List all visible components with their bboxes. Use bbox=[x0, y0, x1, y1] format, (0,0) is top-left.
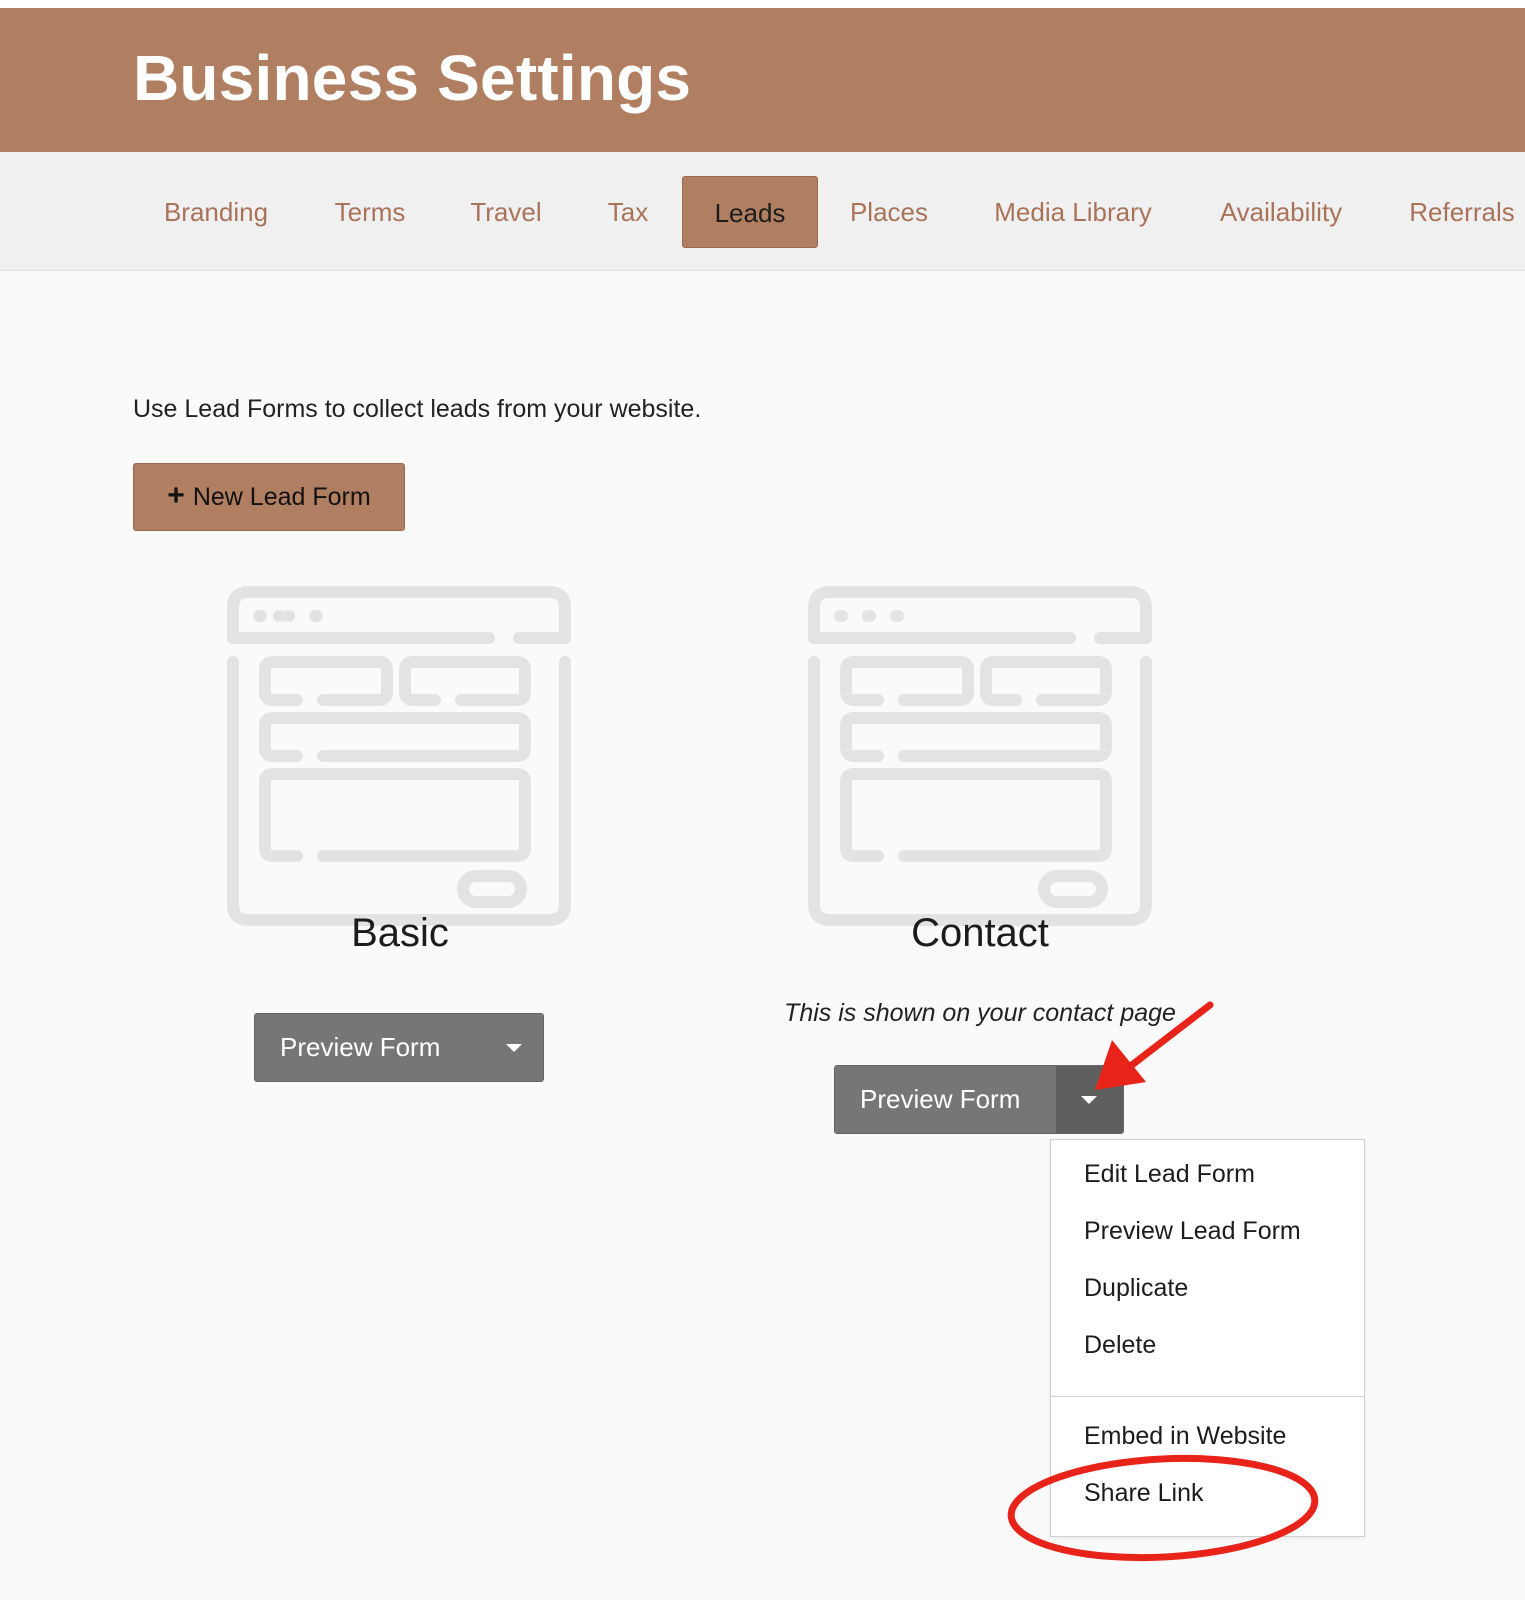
form-name-contact: Contact bbox=[911, 911, 1049, 955]
menu-item-embed-in-website[interactable]: Embed in Website bbox=[1084, 1422, 1286, 1451]
menu-item-duplicate[interactable]: Duplicate bbox=[1084, 1274, 1188, 1303]
new-lead-form-label: New Lead Form bbox=[192, 482, 371, 511]
menu-item-edit-lead-form[interactable]: Edit Lead Form bbox=[1084, 1160, 1255, 1189]
new-lead-form-button[interactable]: + New Lead Form bbox=[133, 463, 405, 531]
top-strip bbox=[0, 0, 1525, 8]
basic-preview-form-button[interactable]: Preview Form bbox=[255, 1014, 485, 1081]
chevron-down-icon bbox=[1081, 1095, 1098, 1104]
tab-availability[interactable]: Availability bbox=[1216, 176, 1346, 248]
tab-media-library[interactable]: Media Library bbox=[990, 176, 1156, 248]
tab-terms[interactable]: Terms bbox=[332, 176, 408, 248]
tab-branding[interactable]: Branding bbox=[160, 176, 272, 248]
tab-travel[interactable]: Travel bbox=[468, 176, 544, 248]
menu-item-share-link[interactable]: Share Link bbox=[1084, 1479, 1204, 1508]
lead-form-actions-menu: Edit Lead Form Preview Lead Form Duplica… bbox=[1050, 1139, 1365, 1537]
tab-leads[interactable]: Leads bbox=[682, 176, 818, 248]
intro-text: Use Lead Forms to collect leads from you… bbox=[133, 395, 702, 423]
plus-icon: + bbox=[167, 478, 185, 512]
menu-item-delete[interactable]: Delete bbox=[1084, 1331, 1156, 1360]
tab-places[interactable]: Places bbox=[848, 176, 930, 248]
menu-item-preview-lead-form[interactable]: Preview Lead Form bbox=[1084, 1217, 1301, 1246]
form-template-icon bbox=[227, 586, 571, 926]
settings-tabbar: Branding Terms Travel Tax Leads Places M… bbox=[0, 152, 1525, 271]
contact-preview-button-group: Preview Form bbox=[834, 1065, 1124, 1134]
tab-tax[interactable]: Tax bbox=[604, 176, 652, 248]
tab-referrals[interactable]: Referrals bbox=[1406, 176, 1518, 248]
form-description-contact: This is shown on your contact page bbox=[784, 999, 1176, 1027]
chevron-down-icon bbox=[505, 1043, 522, 1052]
form-template-icon bbox=[808, 586, 1152, 926]
page-title: Business Settings bbox=[133, 42, 692, 114]
contact-preview-form-button[interactable]: Preview Form bbox=[835, 1066, 1056, 1133]
basic-preview-button-group: Preview Form bbox=[254, 1013, 544, 1082]
contact-dropdown-toggle[interactable] bbox=[1055, 1066, 1123, 1133]
page-header: Business Settings bbox=[0, 8, 1525, 152]
leads-content: Use Lead Forms to collect leads from you… bbox=[0, 271, 1525, 1600]
form-name-basic: Basic bbox=[351, 911, 449, 955]
basic-dropdown-toggle[interactable] bbox=[484, 1014, 543, 1081]
menu-divider bbox=[1051, 1396, 1364, 1397]
